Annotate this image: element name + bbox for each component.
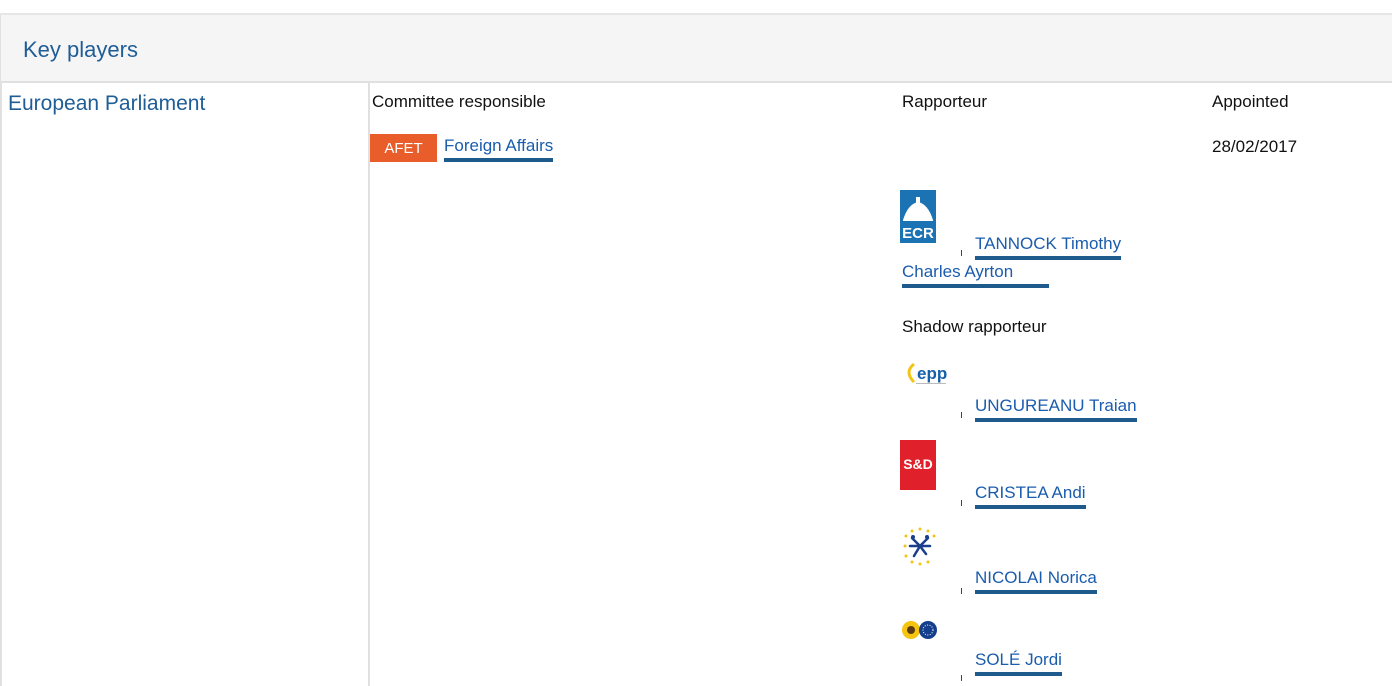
svg-text:S&D: S&D — [903, 456, 933, 472]
committee-column-header: Committee responsible — [372, 92, 546, 111]
appointed-date: 28/02/2017 — [1212, 137, 1298, 156]
rapporteur-link-line2[interactable]: Charles Ayrton — [902, 262, 1049, 288]
section-title: Key players — [23, 37, 138, 62]
svg-text:epp: epp — [917, 364, 947, 383]
rapporteur-link-line1[interactable]: TANNOCK Timothy — [975, 234, 1122, 260]
shadow-link-sole[interactable]: SOLÉ Jordi — [975, 650, 1062, 676]
appointed-column-header: Appointed — [1212, 92, 1289, 111]
shadow-link-nicolai[interactable]: NICOLAI Norica — [975, 568, 1097, 594]
shadow-link-cristea[interactable]: CRISTEA Andi — [975, 483, 1086, 509]
greens-efa-logo-icon — [900, 618, 940, 648]
ecr-logo-text: ECR — [902, 225, 934, 242]
shadow-rapporteur-label: Shadow rapporteur — [902, 317, 1047, 336]
key-players-header: Key players — [0, 15, 1392, 83]
committee-code-badge: AFET — [370, 134, 437, 162]
ecr-logo-icon: ECR — [900, 190, 936, 243]
institution-link[interactable]: European Parliament — [8, 92, 205, 116]
rapporteur-column-header: Rapporteur — [902, 92, 988, 111]
alde-logo-icon — [900, 524, 940, 574]
epp-logo-icon: epp — [900, 352, 960, 406]
committee-link[interactable]: Foreign Affairs — [444, 136, 554, 162]
institution-column: European Parliament — [0, 83, 370, 686]
shadow-link-ungureanu[interactable]: UNGUREANU Traian — [975, 396, 1137, 422]
sd-logo-icon: S&D — [900, 440, 936, 490]
